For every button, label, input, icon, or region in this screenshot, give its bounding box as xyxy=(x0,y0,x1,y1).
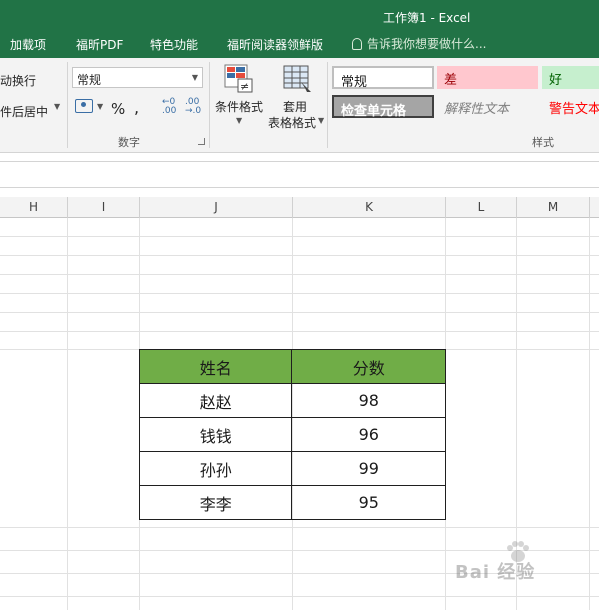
style-bad[interactable]: 差 xyxy=(437,66,538,89)
style-warning[interactable]: 警告文本 xyxy=(542,95,599,118)
data-table: 姓名 分数 赵赵 98 钱钱 96 孙孙 99 李李 95 xyxy=(138,349,446,520)
style-explanatory[interactable]: 解释性文本 xyxy=(437,95,538,118)
grid-row-line xyxy=(0,596,599,597)
grid-row-line xyxy=(0,527,599,528)
table-header-row: 姓名 分数 xyxy=(138,349,446,384)
cell-name[interactable]: 孙孙 xyxy=(138,451,293,486)
formula-bar[interactable] xyxy=(0,161,599,188)
cell-score[interactable]: 96 xyxy=(291,417,446,452)
currency-format-icon[interactable] xyxy=(75,99,93,113)
styles-group-label: 样式 xyxy=(532,136,554,149)
style-normal[interactable]: 常规 xyxy=(332,66,434,90)
number-group-label: 数字 xyxy=(118,136,140,149)
group-separator xyxy=(209,62,210,148)
currency-dropdown-icon[interactable]: ▼ xyxy=(97,102,103,111)
number-format-value: 常规 xyxy=(77,73,102,87)
cell-score[interactable]: 98 xyxy=(291,383,446,418)
cell-score[interactable]: 95 xyxy=(291,485,446,520)
header-cell-score[interactable]: 分数 xyxy=(291,349,446,384)
tell-me-search[interactable]: 告诉我你想要做什么... xyxy=(352,35,486,52)
grid-row-line xyxy=(0,331,599,332)
merge-center-button[interactable]: 件后居中 xyxy=(0,103,48,120)
wrap-text-button[interactable]: 动换行 xyxy=(0,72,36,89)
cell-name[interactable]: 李李 xyxy=(138,485,293,520)
tab-foxit-reader[interactable]: 福昕阅读器领鲜版 xyxy=(227,36,323,53)
table-row: 钱钱 96 xyxy=(138,417,446,452)
conditional-formatting-button[interactable]: 条件格式 xyxy=(215,98,263,115)
chevron-down-icon[interactable]: ▼ xyxy=(236,116,242,125)
column-header-i[interactable]: I xyxy=(68,197,140,218)
title-bar: 工作簿1 - Excel 加载项 福昕PDF 特色功能 福昕阅读器领鲜版 告诉我… xyxy=(0,0,599,58)
grid-row-line xyxy=(0,255,599,256)
conditional-formatting-icon[interactable]: ≠ xyxy=(224,64,254,94)
table-row: 孙孙 99 xyxy=(138,451,446,486)
column-header-h[interactable]: H xyxy=(0,197,68,218)
column-header-k[interactable]: K xyxy=(293,197,446,218)
column-header-l[interactable]: L xyxy=(446,197,517,218)
chevron-down-icon[interactable]: ▼ xyxy=(318,116,324,125)
tab-addins[interactable]: 加载项 xyxy=(10,36,46,53)
percent-style-button[interactable]: % xyxy=(111,100,125,118)
grid-row-line xyxy=(0,236,599,237)
number-format-select[interactable]: 常规 ▼ xyxy=(72,67,203,88)
watermark-text: Bai 经验 xyxy=(455,562,536,583)
column-header-row: H I J K L M xyxy=(0,197,599,218)
cell-score[interactable]: 99 xyxy=(291,451,446,486)
grid-row-line xyxy=(0,312,599,313)
table-row: 李李 95 xyxy=(138,485,446,520)
cell-name[interactable]: 赵赵 xyxy=(138,383,293,418)
decrease-decimal-icon[interactable]: .00 →.0 xyxy=(185,98,201,116)
style-check-cell[interactable]: 检查单元格 xyxy=(332,95,434,119)
column-header-m[interactable]: M xyxy=(517,197,590,218)
window-title: 工作簿1 - Excel xyxy=(383,11,471,25)
tell-me-placeholder: 告诉我你想要做什么... xyxy=(367,37,487,51)
format-as-table-label[interactable]: 套用 xyxy=(283,98,307,115)
ribbon-gap xyxy=(0,153,599,161)
tab-special-features[interactable]: 特色功能 xyxy=(150,36,198,53)
table-row: 赵赵 98 xyxy=(138,383,446,418)
grid-column-line xyxy=(67,218,68,610)
header-cell-name[interactable]: 姓名 xyxy=(138,349,293,384)
format-as-table-icon[interactable] xyxy=(283,64,313,94)
chevron-down-icon: ▼ xyxy=(191,73,198,82)
style-good[interactable]: 好 xyxy=(542,66,599,89)
grid-row-line xyxy=(0,293,599,294)
grid-column-line xyxy=(589,218,590,610)
dialog-launcher-icon[interactable] xyxy=(198,138,205,145)
merge-dropdown-icon[interactable]: ▼ xyxy=(54,102,60,111)
grid-row-line xyxy=(0,274,599,275)
cell-name[interactable]: 钱钱 xyxy=(138,417,293,452)
svg-text:≠: ≠ xyxy=(240,80,249,93)
group-separator xyxy=(327,62,328,148)
tab-foxit-pdf[interactable]: 福昕PDF xyxy=(76,36,123,53)
column-header-j[interactable]: J xyxy=(140,197,293,218)
group-separator xyxy=(67,62,68,148)
format-as-table-label-2[interactable]: 表格格式 xyxy=(268,114,316,131)
ribbon: 动换行 件后居中 ▼ 常规 ▼ ▼ % , ←0.00 .00 →.0 数字 ≠ … xyxy=(0,58,599,153)
lightbulb-icon xyxy=(352,38,362,50)
comma-style-button[interactable]: , xyxy=(134,98,139,117)
increase-decimal-icon[interactable]: ←0.00 xyxy=(162,98,176,116)
